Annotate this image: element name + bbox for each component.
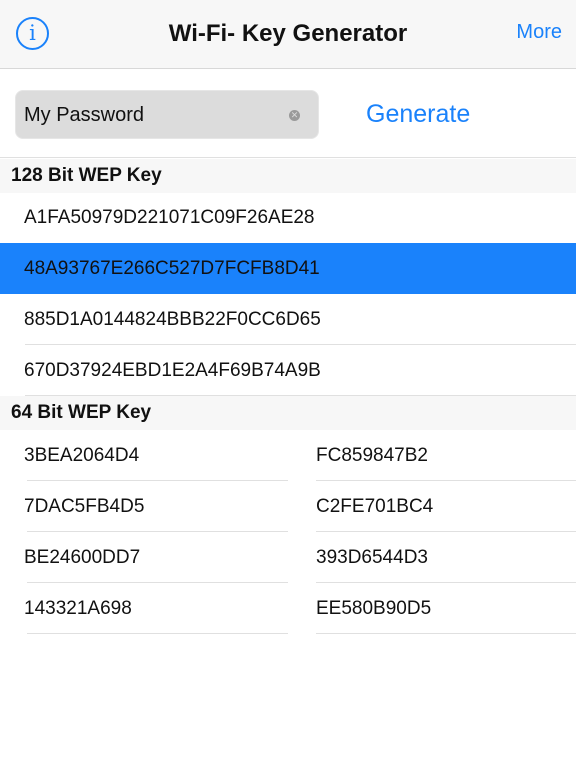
key-text: 393D6544D3 — [316, 547, 428, 568]
navigation-bar: i Wi-Fi- Key Generator More — [0, 0, 576, 69]
wep64-key-cell[interactable]: 3BEA2064D4 — [24, 430, 288, 481]
wep128-key-row[interactable]: 670D37924EBD1E2A4F69B74A9B — [0, 345, 576, 396]
section-header-128: 128 Bit WEP Key — [0, 159, 576, 193]
password-input[interactable]: My Password ✕ — [15, 90, 319, 139]
clear-icon[interactable]: ✕ — [289, 110, 300, 121]
row-separator — [316, 633, 576, 634]
key-text: C2FE701BC4 — [316, 496, 434, 517]
key-text: FC859847B2 — [316, 445, 428, 466]
wep128-key-row[interactable]: 885D1A0144824BBB22F0CC6D65 — [0, 294, 576, 345]
wep64-key-cell[interactable]: 393D6544D3 — [313, 532, 576, 583]
key-text: 3BEA2064D4 — [24, 445, 140, 466]
password-value: My Password — [24, 104, 145, 126]
key-text: 670D37924EBD1E2A4F69B74A9B — [24, 360, 321, 381]
key-text: EE580B90D5 — [316, 598, 432, 619]
key-text: 7DAC5FB4D5 — [24, 496, 145, 517]
wep128-key-row[interactable]: A1FA50979D221071C09F26AE28 — [0, 192, 576, 243]
generate-button[interactable]: Generate — [366, 100, 470, 129]
input-row: My Password ✕ Generate — [0, 70, 576, 158]
key-text: 885D1A0144824BBB22F0CC6D65 — [24, 309, 321, 330]
more-button[interactable]: More — [516, 21, 562, 44]
wep64-key-cell[interactable]: 7DAC5FB4D5 — [24, 481, 288, 532]
wep64-key-cell[interactable]: BE24600DD7 — [24, 532, 288, 583]
key-text: A1FA50979D221071C09F26AE28 — [24, 207, 315, 228]
key-text: 48A93767E266C527D7FCFB8D41 — [24, 258, 320, 279]
wep64-key-cell[interactable]: 143321A698 — [24, 583, 288, 634]
page-title: Wi-Fi- Key Generator — [168, 20, 408, 47]
key-text: 143321A698 — [24, 598, 132, 619]
wep128-key-row[interactable]: 48A93767E266C527D7FCFB8D41 — [0, 243, 576, 294]
key-text: BE24600DD7 — [24, 547, 141, 568]
section-header-64: 64 Bit WEP Key — [0, 396, 576, 430]
wep64-key-cell[interactable]: EE580B90D5 — [313, 583, 576, 634]
wep64-key-cell[interactable]: C2FE701BC4 — [313, 481, 576, 532]
row-separator — [27, 633, 288, 634]
wep64-key-cell[interactable]: FC859847B2 — [313, 430, 576, 481]
